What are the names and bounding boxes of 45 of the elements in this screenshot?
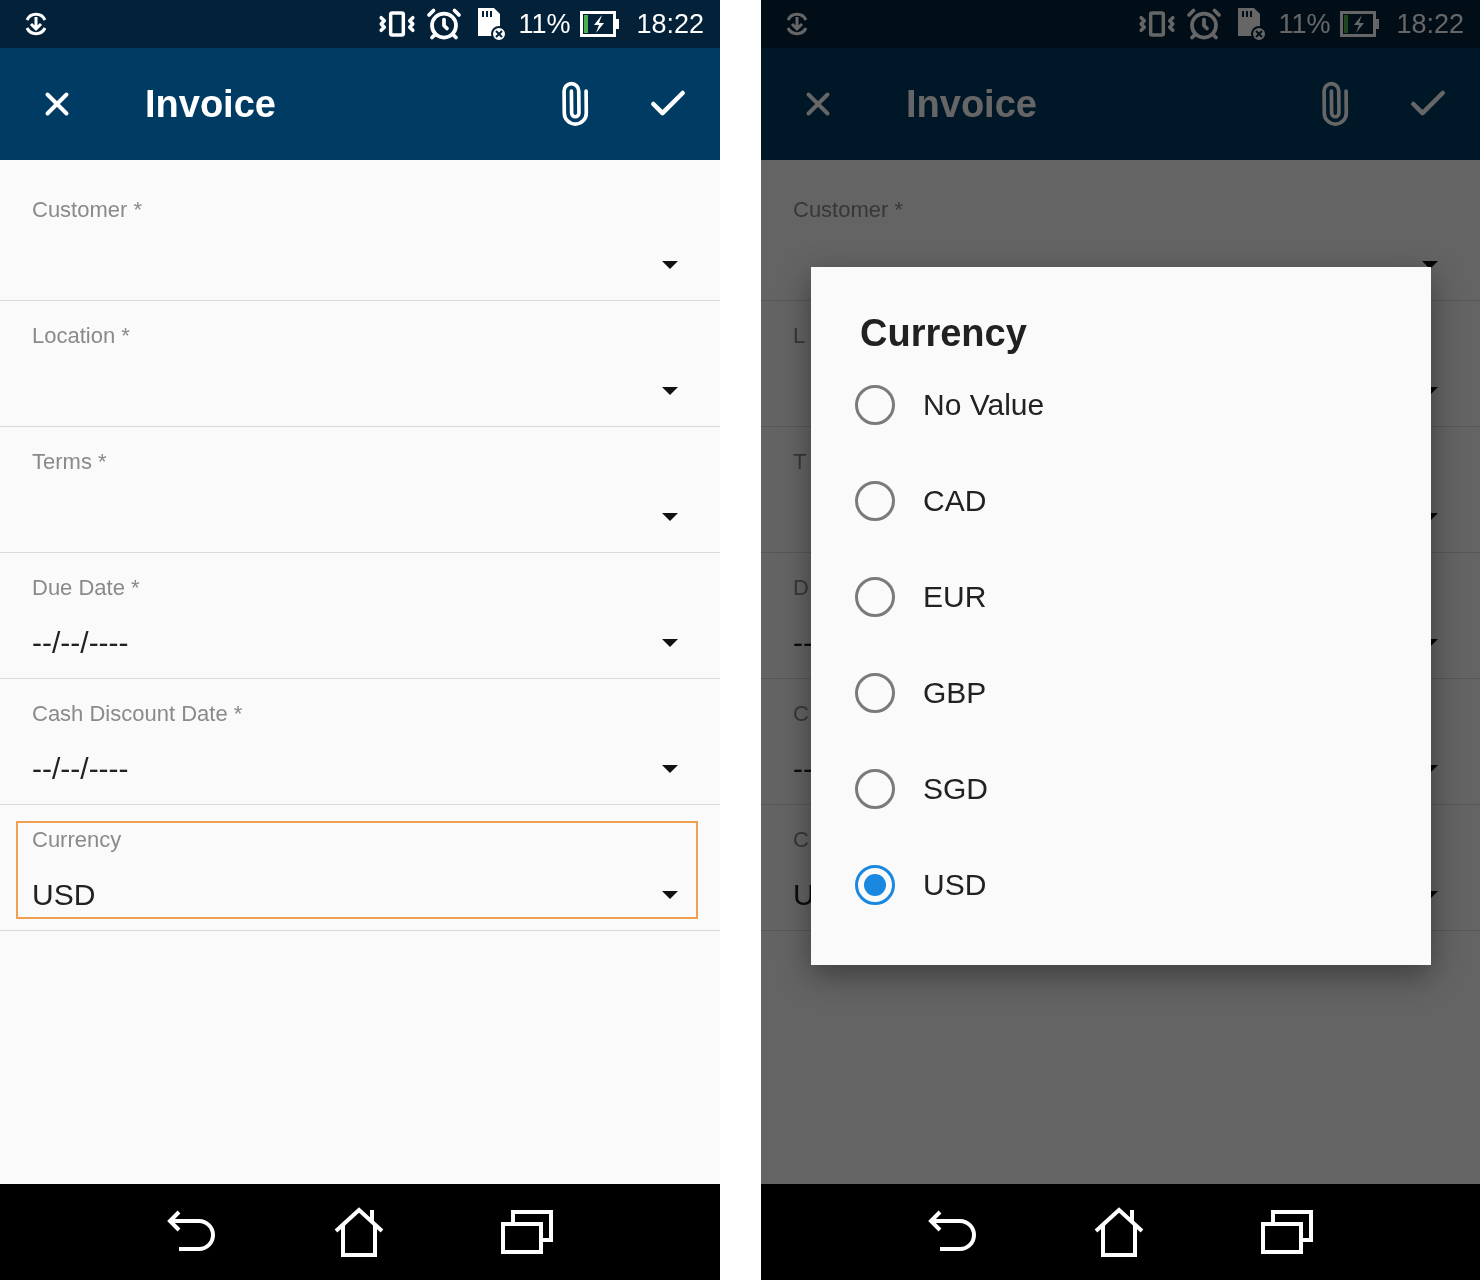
dropdown-arrow-icon[interactable]	[662, 513, 678, 521]
field-label: Customer *	[32, 197, 143, 223]
battery-percentage: 11%	[1278, 8, 1331, 40]
recent-apps-icon[interactable]	[1260, 1210, 1313, 1254]
dropdown-field[interactable]: Currency USD	[16, 821, 698, 919]
radio-button[interactable]	[855, 769, 895, 809]
app-bar-title: Invoice	[906, 82, 1038, 126]
field-label: Location *	[32, 323, 130, 349]
option-label[interactable]: USD	[923, 868, 987, 902]
battery-charging-icon	[580, 11, 621, 37]
option-label[interactable]: EUR	[923, 580, 987, 614]
radio-button[interactable]	[855, 577, 895, 617]
field-label: Due Date *	[32, 575, 140, 601]
field-value: --/--/----	[32, 752, 130, 786]
dropdown-arrow-icon[interactable]	[662, 765, 678, 773]
dropdown-arrow-icon[interactable]	[1422, 261, 1438, 269]
dropdown-arrow-icon[interactable]	[662, 261, 678, 269]
dropdown-field[interactable]: Due Date * --/--/----	[16, 569, 698, 667]
dropdown-arrow-icon[interactable]	[662, 891, 678, 899]
dialog-title: Currency	[860, 311, 1028, 355]
option-label[interactable]: CAD	[923, 484, 987, 518]
option-label[interactable]: No Value	[923, 388, 1045, 422]
status-time: 18:22	[1396, 8, 1464, 40]
field-label: Terms *	[32, 449, 107, 475]
radio-button[interactable]	[855, 385, 895, 425]
recent-apps-icon[interactable]	[500, 1210, 553, 1254]
battery-percentage: 11%	[518, 8, 571, 40]
dropdown-arrow-icon[interactable]	[662, 639, 678, 647]
radio-button[interactable]	[855, 673, 895, 713]
field-value: --/--/----	[32, 626, 130, 660]
app-bar-title: Invoice	[145, 82, 277, 126]
field-label: Cash Discount Date *	[32, 701, 243, 727]
radio-button[interactable]	[855, 481, 895, 521]
dropdown-field[interactable]: Cash Discount Date * --/--/----	[16, 695, 698, 793]
alarm-icon	[1186, 6, 1223, 42]
alarm-icon	[426, 6, 463, 42]
option-label[interactable]: GBP	[923, 676, 987, 710]
radio-button[interactable]	[855, 865, 895, 905]
battery-charging-icon	[1340, 11, 1381, 37]
field-label: Currency	[32, 827, 122, 853]
status-time: 18:22	[636, 8, 704, 40]
home-icon[interactable]	[332, 1207, 386, 1257]
dropdown-arrow-icon[interactable]	[662, 387, 678, 395]
field-value: USD	[32, 878, 97, 912]
option-label[interactable]: SGD	[923, 772, 988, 806]
